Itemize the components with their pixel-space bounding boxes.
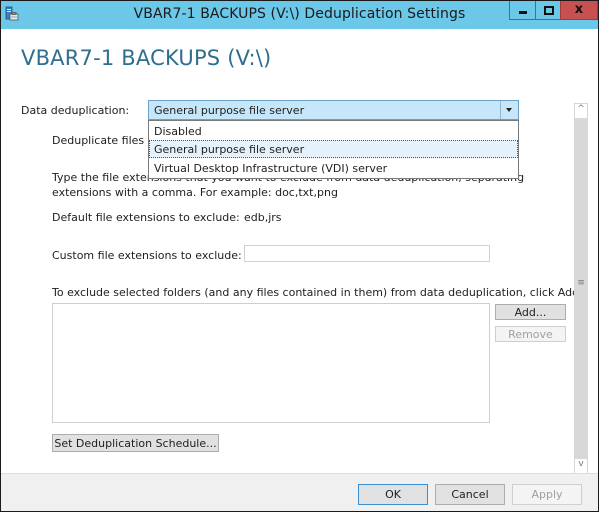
dropdown-option-vdi[interactable]: Virtual Desktop Infrastructure (VDI) ser…: [149, 159, 518, 177]
scroll-up-icon[interactable]: ^: [575, 104, 587, 118]
remove-folder-button[interactable]: Remove: [495, 326, 566, 342]
close-button[interactable]: x: [560, 1, 598, 20]
custom-ext-input[interactable]: [244, 245, 490, 262]
default-ext-label: Default file extensions to exclude:: [52, 211, 240, 224]
minimize-button[interactable]: [509, 1, 536, 20]
set-schedule-button[interactable]: Set Deduplication Schedule...: [52, 434, 219, 452]
ok-button[interactable]: OK: [358, 484, 428, 505]
default-ext-value: edb,jrs: [244, 211, 282, 224]
dedup-mode-select[interactable]: General purpose file server: [148, 100, 519, 120]
dedup-mode-label: Data deduplication:: [21, 104, 130, 117]
grip-icon: ≡: [577, 278, 585, 288]
title-bar[interactable]: VBAR7-1 BACKUPS (V:\) Deduplication Sett…: [1, 1, 598, 29]
instructions-line-2: extensions with a comma. For example: do…: [52, 186, 338, 199]
cancel-button[interactable]: Cancel: [435, 484, 505, 505]
add-folder-button[interactable]: Add...: [495, 304, 566, 320]
excluded-folders-list[interactable]: [52, 303, 490, 423]
dialog-footer: OK Cancel Apply: [1, 473, 598, 511]
dedup-mode-selected: General purpose file server: [154, 104, 305, 117]
dedup-mode-dropdown: Disabled General purpose file server Vir…: [148, 120, 519, 179]
apply-button[interactable]: Apply: [512, 484, 582, 505]
dedup-age-label: Deduplicate files ol: [52, 134, 158, 147]
custom-ext-label: Custom file extensions to exclude:: [52, 249, 242, 262]
scrollbar-thumb[interactable]: ≡: [575, 118, 587, 459]
exclude-folders-label: To exclude selected folders (and any fil…: [52, 286, 583, 299]
maximize-button[interactable]: [535, 1, 561, 20]
dedup-settings-window: VBAR7-1 BACKUPS (V:\) Deduplication Sett…: [0, 0, 599, 512]
page-title: VBAR7-1 BACKUPS (V:\): [21, 46, 272, 70]
vertical-scrollbar[interactable]: ^ ≡ v: [574, 103, 588, 474]
chevron-down-icon[interactable]: [500, 101, 518, 119]
dropdown-option-disabled[interactable]: Disabled: [149, 122, 518, 140]
close-icon: x: [574, 2, 584, 17]
scroll-down-icon[interactable]: v: [575, 459, 587, 473]
dropdown-option-general-purpose[interactable]: General purpose file server: [149, 140, 518, 158]
